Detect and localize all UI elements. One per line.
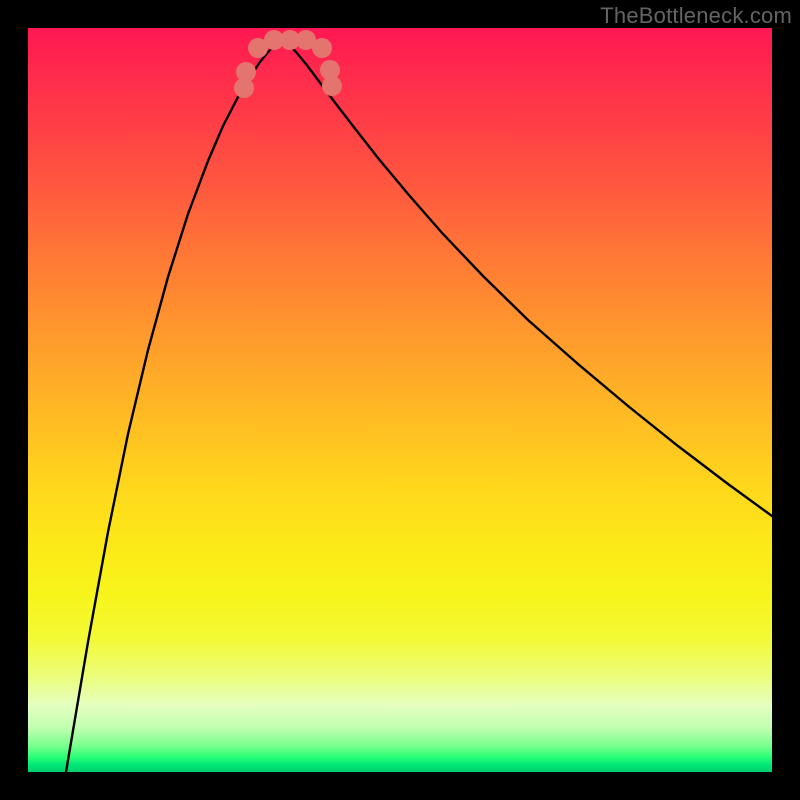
plot-area xyxy=(28,28,772,772)
curve-lines xyxy=(66,39,772,772)
curve-markers xyxy=(234,30,342,98)
data-marker xyxy=(236,62,256,82)
watermark-text: TheBottleneck.com xyxy=(600,3,792,29)
curve-left-branch xyxy=(66,39,282,772)
data-marker xyxy=(322,76,342,96)
chart-svg xyxy=(28,28,772,772)
chart-frame: TheBottleneck.com xyxy=(0,0,800,800)
curve-right-branch xyxy=(282,39,772,516)
data-marker xyxy=(312,38,332,58)
